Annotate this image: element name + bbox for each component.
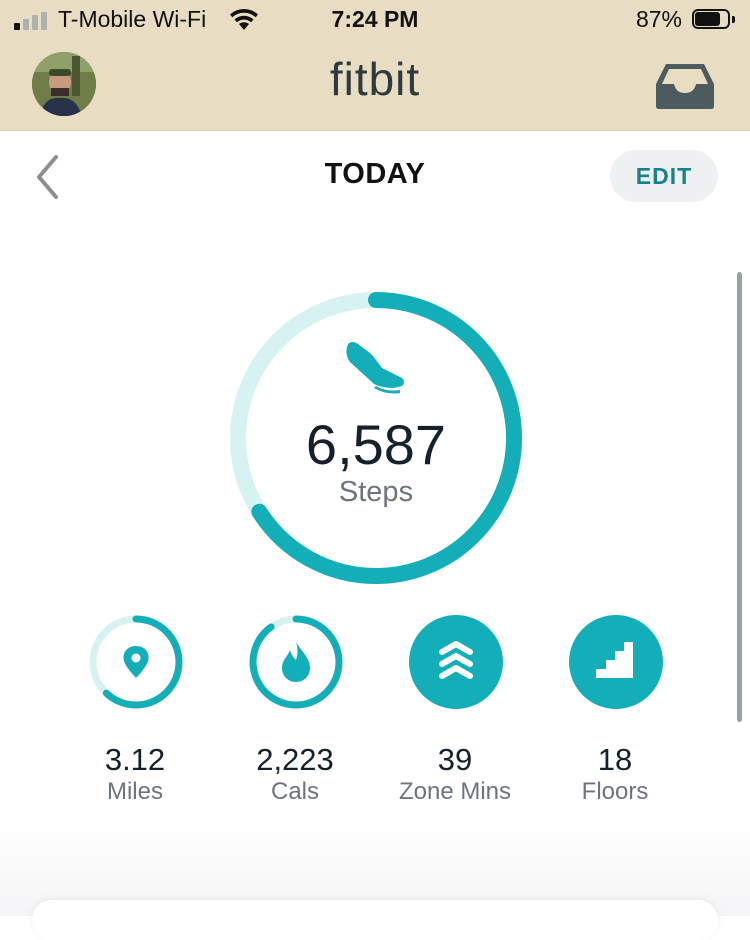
next-card[interactable] (32, 900, 718, 940)
stat-label: Miles (106, 778, 163, 805)
stat-value: 39 (437, 742, 473, 777)
stat-value: 18 (597, 742, 633, 777)
scrollbar[interactable] (737, 272, 742, 722)
battery-percent: 87% (635, 6, 682, 32)
flame-icon (282, 642, 310, 682)
stat-label: Floors (581, 778, 649, 805)
stat-label: Zone Mins (398, 778, 512, 805)
stat-label: Cals (270, 778, 319, 805)
location-pin-icon (123, 646, 149, 678)
floors-ring (569, 615, 663, 709)
inbox-icon[interactable] (654, 62, 716, 110)
steps-label: Steps (338, 476, 414, 508)
stat-value: 2,223 (256, 742, 334, 777)
miles-ring (89, 615, 183, 709)
stat-value: 3.12 (104, 742, 166, 777)
zone-mins-ring (409, 615, 503, 709)
shoe-icon (346, 342, 404, 394)
steps-count: 6,587 (305, 413, 447, 476)
calories-ring (249, 615, 343, 709)
fitbit-logo: fitbit (329, 53, 421, 105)
edit-button[interactable]: EDIT (610, 150, 718, 202)
battery-icon (692, 9, 736, 31)
status-bar: T-Mobile Wi-Fi 7:24 PM 87% (0, 0, 750, 42)
